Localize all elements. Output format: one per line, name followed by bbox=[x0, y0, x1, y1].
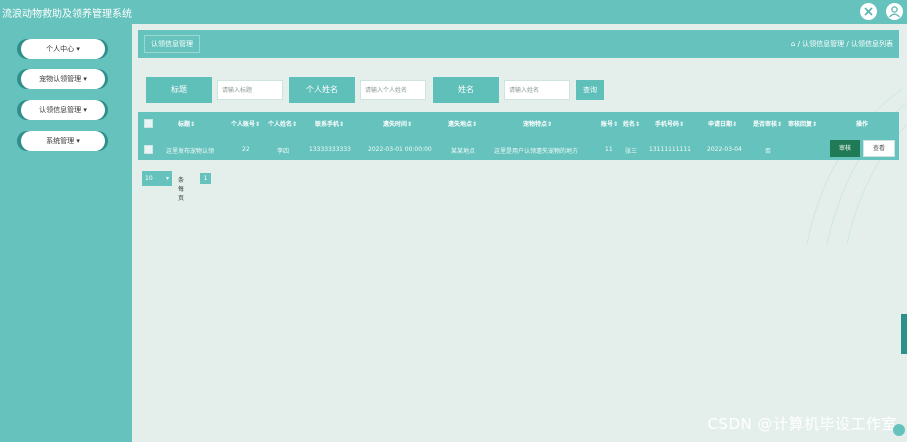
table-cell: 2022-03-01 00:00:00 bbox=[368, 146, 432, 153]
page-number[interactable]: 1 bbox=[200, 173, 211, 184]
table-cell: 11 bbox=[605, 146, 613, 153]
page-size-select[interactable]: 10 ▾ bbox=[142, 171, 172, 186]
expand-icon[interactable] bbox=[860, 3, 877, 20]
chevron-down-icon: ▾ bbox=[81, 106, 87, 114]
sidebar-item-pet-claim[interactable]: 宠物认领管理 ▾ bbox=[21, 69, 105, 89]
side-handle[interactable] bbox=[901, 314, 907, 354]
table-header[interactable]: 遗失时间⇕ bbox=[383, 119, 412, 128]
table-header[interactable]: 个人账号⇕ bbox=[231, 119, 260, 128]
table-cell: 2022-03-04 bbox=[707, 146, 742, 153]
search-label-personal-name: 个人姓名 bbox=[289, 77, 355, 103]
table-header[interactable]: 审核回复⇕ bbox=[788, 119, 817, 128]
table-header[interactable]: 联系手机⇕ bbox=[315, 119, 344, 128]
search-input-title[interactable] bbox=[217, 80, 283, 100]
breadcrumb: 认领信息管理 ⌂ / 认领信息管理 / 认领信息列表 bbox=[138, 30, 899, 58]
table-header[interactable]: 姓名⇕ bbox=[623, 119, 640, 128]
chevron-down-icon: ▾ bbox=[74, 45, 80, 53]
table-cell: 这里是用户认领遗失宠物的地方 bbox=[494, 148, 579, 155]
sidebar-item-label: 个人中心 bbox=[46, 45, 75, 53]
sidebar-item-claim-info[interactable]: 认领信息管理 ▾ bbox=[21, 100, 105, 120]
user-icon[interactable] bbox=[886, 3, 903, 20]
search-input-name[interactable] bbox=[504, 80, 570, 100]
table-cell: 这里发布宠物认领 bbox=[166, 148, 215, 155]
breadcrumb-path: ⌂ / 认领信息管理 / 认领信息列表 bbox=[791, 39, 893, 49]
watermark: CSDN @计算机毕设工作室 bbox=[707, 415, 897, 433]
chevron-down-icon: ▾ bbox=[74, 137, 80, 145]
table-cell: 否 bbox=[765, 148, 772, 155]
sidebar-item-system[interactable]: 系统管理 ▾ bbox=[21, 131, 105, 151]
row-checkbox[interactable] bbox=[144, 145, 153, 154]
table-cell: 13111111111 bbox=[649, 146, 691, 153]
table-cell: 某某地点 bbox=[451, 148, 476, 155]
main-content: 认领信息管理 ⌂ / 认领信息管理 / 认领信息列表 标题 个人姓名 姓名 查询… bbox=[132, 24, 907, 442]
chevron-down-icon: ▾ bbox=[165, 175, 169, 182]
search-input-personal-name[interactable] bbox=[360, 80, 426, 100]
table-header[interactable]: 手机号码⇕ bbox=[655, 119, 684, 128]
table-header[interactable]: 是否审核⇕ bbox=[753, 119, 782, 128]
sidebar-item-label: 系统管理 bbox=[46, 137, 75, 145]
search-button[interactable]: 查询 bbox=[576, 80, 604, 100]
search-label-name: 姓名 bbox=[433, 77, 499, 103]
top-bar: 流浪动物救助及领养管理系统 bbox=[0, 0, 907, 24]
chevron-down-icon: ▾ bbox=[81, 75, 87, 83]
view-button[interactable]: 查看 bbox=[863, 140, 895, 157]
table-header[interactable]: 账号⇕ bbox=[601, 119, 618, 128]
table-cell: 22 bbox=[242, 146, 250, 153]
table-header[interactable]: 标题⇕ bbox=[178, 119, 195, 128]
scroll-top-button[interactable] bbox=[893, 424, 905, 436]
search-label-title: 标题 bbox=[146, 77, 212, 103]
decorative-arcs bbox=[806, 88, 907, 244]
home-icon[interactable]: ⌂ bbox=[791, 40, 795, 48]
table-header[interactable]: 宠物特点⇕ bbox=[523, 119, 552, 128]
breadcrumb-path-text: / 认领信息管理 / 认领信息列表 bbox=[797, 40, 893, 48]
sidebar-item-label: 认领信息管理 bbox=[39, 106, 82, 114]
table-cell: 张三 bbox=[625, 148, 638, 155]
table-header[interactable]: 申请日期⇕ bbox=[708, 119, 737, 128]
data-table: 标题⇕ 个人账号⇕ 个人姓名⇕ 联系手机⇕ 遗失时间⇕ 遗失地点⇕ 宠物特点⇕ … bbox=[138, 112, 899, 160]
table-cell: 李四 bbox=[277, 148, 290, 155]
sidebar-item-personal-center[interactable]: 个人中心 ▾ bbox=[21, 39, 105, 59]
sidebar: 个人中心 ▾ 宠物认领管理 ▾ 认领信息管理 ▾ 系统管理 ▾ bbox=[0, 24, 132, 442]
audit-button[interactable]: 审核 bbox=[830, 140, 860, 157]
select-all-checkbox[interactable] bbox=[144, 119, 153, 128]
sidebar-item-label: 宠物认领管理 bbox=[39, 75, 82, 83]
page-size-label: 条每页 bbox=[178, 177, 185, 202]
table-header[interactable]: 个人姓名⇕ bbox=[268, 119, 297, 128]
app-title: 流浪动物救助及领养管理系统 bbox=[2, 9, 132, 20]
breadcrumb-tag[interactable]: 认领信息管理 bbox=[144, 35, 200, 53]
table-cell: 13333333333 bbox=[309, 146, 351, 153]
table-header[interactable]: 遗失地点⇕ bbox=[448, 119, 477, 128]
table-header: 操作 bbox=[856, 121, 869, 128]
